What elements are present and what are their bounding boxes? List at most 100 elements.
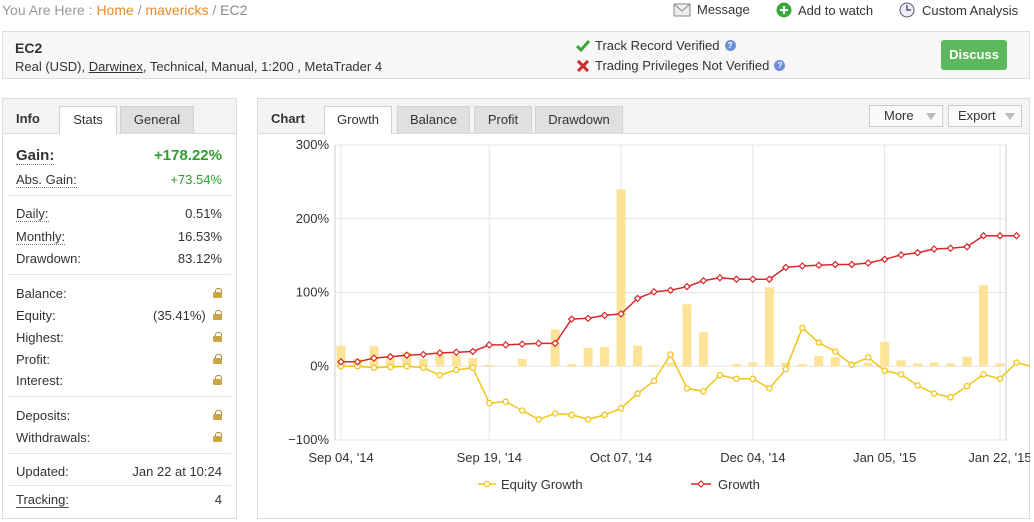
updated-label: Updated: (16, 464, 69, 479)
lock-icon (213, 332, 222, 342)
x-tick-label: Sep 04, '14 (308, 450, 373, 465)
y-tick-label: −100% (288, 432, 329, 447)
equity-growth-point (864, 354, 872, 361)
bar (913, 363, 923, 367)
bar (682, 304, 692, 367)
bar (929, 362, 939, 367)
tracking-value: 4 (214, 492, 222, 507)
monthly-value: 16.53% (177, 229, 222, 244)
help-icon[interactable]: ? (724, 40, 736, 51)
equity-growth-point (963, 382, 971, 390)
gain-label[interactable]: Gain: (16, 147, 55, 165)
breadcrumb: You Are Here : Home / mavericks / EC2 (2, 2, 247, 18)
divider (8, 453, 231, 454)
equity-growth-point (535, 416, 542, 423)
message-label: Message (697, 2, 750, 17)
equity-growth-point (634, 390, 641, 397)
divider (8, 485, 231, 486)
equity-growth-point (453, 366, 460, 374)
divider (8, 274, 231, 275)
equity-value: (35.41%) (153, 308, 206, 323)
breadcrumb-prefix: You Are Here : (2, 2, 93, 18)
breadcrumb-separator: / (212, 2, 217, 18)
info-tab-bar: Info Stats General (3, 99, 236, 134)
account-subtitle: Real (USD), Darwinex, Technical, Manual,… (15, 59, 382, 74)
equity-growth-point (387, 363, 394, 371)
track-record-status: Track Record Verified ? (576, 38, 736, 53)
account-details: , Technical, Manual, 1:200 , MetaTrader … (142, 59, 383, 74)
broker-link[interactable]: Darwinex (89, 59, 143, 74)
equity-growth-point (799, 324, 806, 332)
tab-stats[interactable]: Stats (59, 106, 117, 134)
breadcrumb-section-link[interactable]: mavericks (145, 2, 208, 18)
lock-icon (213, 310, 222, 320)
account-type: Real (USD), (15, 59, 89, 74)
bar (567, 364, 577, 367)
tab-general[interactable]: General (120, 106, 194, 133)
bar (979, 285, 989, 367)
custom-analysis-action[interactable]: Custom Analysis (899, 2, 1018, 18)
equity-growth-point (667, 351, 674, 358)
tracking-link[interactable]: Tracking: (16, 492, 69, 508)
bar (797, 364, 807, 367)
plus-circle-icon (776, 2, 792, 18)
lock-icon (213, 432, 222, 442)
equity-growth-point (502, 398, 509, 405)
bar (962, 356, 972, 367)
equity-growth-point (881, 367, 888, 374)
interest-label: Interest: (16, 373, 63, 388)
add-to-watch-action[interactable]: Add to watch (776, 2, 873, 18)
lock-icon (213, 410, 222, 420)
bar (633, 345, 643, 367)
bar (698, 332, 708, 367)
info-panel: Info Stats General Gain: +178.22% Abs. G… (2, 98, 237, 519)
envelope-icon (673, 3, 691, 16)
y-tick-label: 0% (310, 358, 329, 373)
info-panel-title: Info (16, 111, 40, 126)
abs-gain-label[interactable]: Abs. Gain: (16, 172, 77, 188)
bar (814, 355, 824, 367)
equity-growth-point (518, 407, 526, 414)
x-tick-label: Jan 05, '15 (853, 450, 916, 465)
equity-growth-point (766, 385, 773, 392)
daily-label[interactable]: Daily: (16, 206, 49, 222)
equity-growth-point (486, 399, 493, 407)
equity-growth-point (897, 371, 905, 378)
bar (517, 358, 527, 367)
breadcrumb-current: EC2 (220, 2, 248, 18)
growth-point (1012, 231, 1021, 240)
bar (764, 287, 774, 367)
equity-growth-point (370, 364, 378, 371)
custom-analysis-label: Custom Analysis (922, 2, 1019, 18)
lock-icon (213, 375, 222, 385)
bar (550, 329, 560, 367)
daily-value: 0.51% (185, 206, 222, 221)
bar (748, 362, 758, 367)
equity-growth-point (930, 390, 938, 397)
legend-equity-label: Equity Growth (501, 477, 583, 492)
equity-growth-point (403, 362, 411, 370)
bar (731, 364, 741, 367)
bar (600, 347, 610, 367)
breadcrumb-home-link[interactable]: Home (96, 2, 133, 18)
equity-growth-point (980, 371, 987, 378)
equity-label: Equity: (16, 308, 56, 323)
account-header: EC2 Real (USD), Darwinex, Technical, Man… (2, 31, 1030, 79)
discuss-button[interactable]: Discuss (941, 40, 1007, 70)
bar (880, 341, 890, 367)
drawdown-label: Drawdown: (16, 251, 82, 266)
equity-growth-point (617, 405, 625, 412)
monthly-label[interactable]: Monthly: (16, 229, 66, 245)
equity-growth-point (749, 375, 757, 383)
equity-growth-point (832, 348, 839, 355)
divider (8, 195, 231, 196)
help-icon[interactable]: ? (774, 60, 786, 71)
bar (583, 347, 593, 367)
cross-icon (576, 59, 590, 72)
equity-growth-point (420, 364, 427, 371)
equity-growth-point (782, 365, 790, 373)
equity-growth-point (436, 371, 444, 379)
trading-privileges-label: Trading Privileges Not Verified (595, 58, 770, 73)
equity-growth-point (733, 375, 740, 383)
message-action[interactable]: Message (673, 2, 750, 17)
